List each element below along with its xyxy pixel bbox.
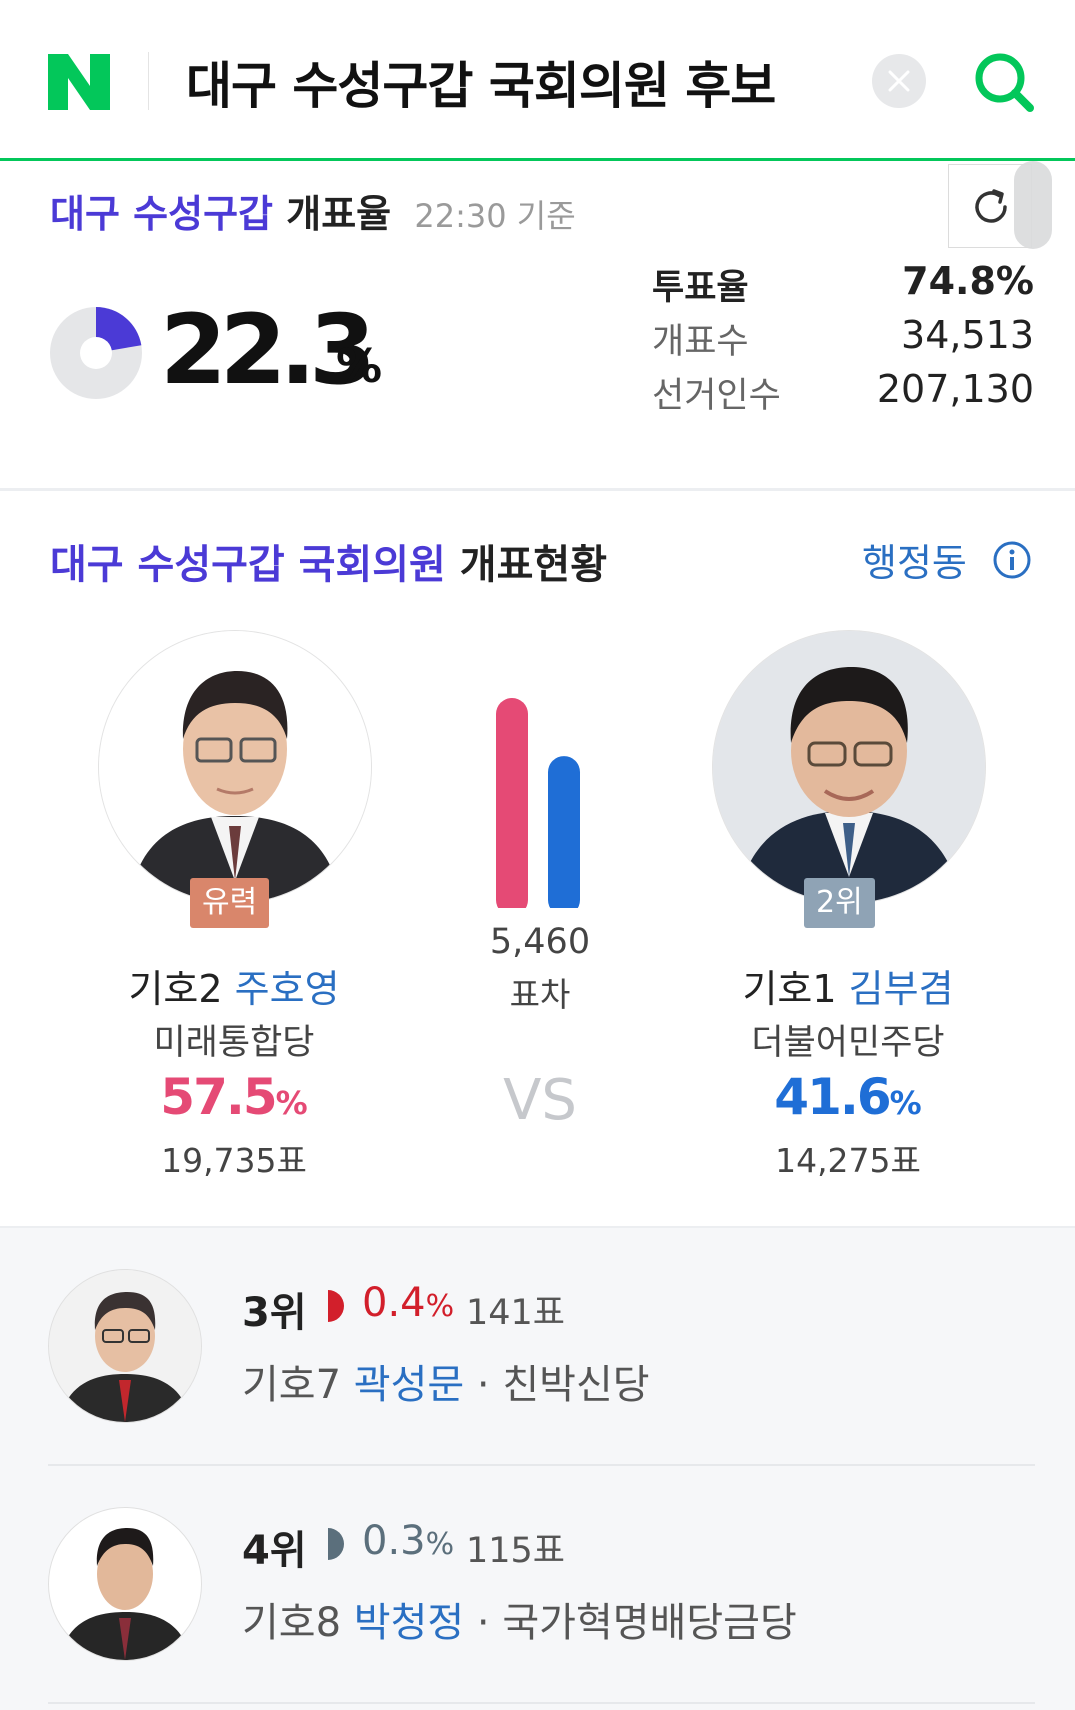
percent-number: 0.3 — [362, 1518, 426, 1564]
person-portrait-icon — [99, 631, 371, 903]
candidate-info: 기호7 곽성문 · 친박신당 — [242, 1352, 650, 1410]
candidate-name[interactable]: 주호영 — [235, 967, 340, 1011]
candidate-number: 기호1 — [742, 967, 837, 1011]
naver-logo[interactable] — [46, 52, 112, 112]
stat-label: 투표율 — [652, 268, 749, 308]
vote-bar-candidate-2 — [548, 756, 580, 912]
candidate-photo[interactable] — [712, 630, 986, 904]
clear-button[interactable] — [872, 54, 926, 108]
candidate-votes: 14,275표 — [775, 1141, 921, 1180]
vote-gap-value: 5,460 — [489, 922, 591, 962]
candidate-photo[interactable] — [48, 1507, 202, 1661]
stat-row-electorate: 선거인수 207,130 — [652, 367, 1034, 421]
candidate-vote-percent: 0.4% — [362, 1280, 454, 1326]
stat-row-counted: 개표수 34,513 — [652, 313, 1034, 367]
stat-label: 개표수 — [652, 322, 749, 362]
update-time: 22:30 기준 — [414, 197, 576, 235]
candidate-name[interactable]: 김부겸 — [849, 967, 954, 1011]
header-divider — [148, 52, 149, 110]
admin-district-link[interactable]: 행정동 — [862, 532, 967, 587]
candidate-number: 기호7 — [242, 1362, 342, 1408]
candidate-photo[interactable] — [48, 1269, 202, 1423]
percent-unit: % — [425, 1289, 455, 1324]
candidate-photo[interactable] — [98, 630, 372, 904]
percent-unit: % — [425, 1527, 455, 1562]
results-title-label: 개표현황 — [459, 542, 607, 588]
candidate-number: 기호8 — [242, 1600, 342, 1646]
percent-unit: % — [889, 1084, 922, 1122]
person-portrait-icon — [713, 631, 985, 903]
candidate-name[interactable]: 박청정 — [354, 1600, 464, 1646]
list-item[interactable]: 4위 0.3% 115표 기호8 박청정 · 국가혁명배당금당 — [0, 1466, 1075, 1704]
candidate-party: 친박신당 — [502, 1362, 650, 1408]
candidate-vote-percent: 41.6% — [688, 1068, 1008, 1126]
candidate-party: 미래통합당 — [153, 1023, 315, 1063]
stat-value: 74.8% — [902, 259, 1034, 303]
candidate-party: 더불어민주당 — [751, 1023, 945, 1063]
count-rate-unit: % — [336, 339, 383, 393]
count-rate-title: 대구 수성구갑 개표율 22:30 기준 — [50, 183, 576, 238]
candidate-party: 국가혁명배당금당 — [502, 1600, 797, 1646]
turnout-stats: 투표율 74.8% 개표수 34,513 선거인수 207,130 — [652, 259, 1034, 421]
search-query[interactable]: 대구 수성구갑 국회의원 후보 — [186, 46, 776, 118]
list-item[interactable]: 3위 0.4% 141표 기호7 곽성문 · 친박신당 — [0, 1228, 1075, 1466]
candidate-votes: 115표 — [466, 1531, 566, 1571]
count-rate-section: 대구 수성구갑 개표율 22:30 기준 22.3 % 투표율 74.8% 개표… — [0, 161, 1075, 491]
scrollbar-thumb[interactable] — [1014, 161, 1052, 249]
other-candidates-list: 3위 0.4% 141표 기호7 곽성문 · 친박신당 4위 0.3% 115표… — [0, 1226, 1075, 1710]
person-portrait-icon — [49, 1270, 201, 1422]
search-icon[interactable] — [970, 48, 1038, 116]
results-title-region: 대구 수성구갑 국회의원 — [50, 542, 446, 588]
candidate-number-name: 기호1 김부겸 — [688, 958, 1008, 1013]
search-header: 대구 수성구갑 국회의원 후보 — [0, 0, 1075, 161]
results-title: 대구 수성구갑 국회의원 개표현황 — [50, 532, 607, 590]
percent-unit: % — [275, 1084, 308, 1122]
count-rate-label: 개표율 — [286, 192, 392, 236]
stat-value: 34,513 — [901, 313, 1034, 357]
candidate-votes: 141표 — [466, 1293, 566, 1333]
vote-comparison-bars — [492, 698, 588, 912]
percent-number: 57.5 — [160, 1068, 277, 1126]
candidate-votes: 19,735표 — [161, 1141, 307, 1180]
vote-bar-candidate-1 — [496, 698, 528, 912]
candidate-rank: 3위 — [242, 1290, 307, 1336]
candidate-rank: 4위 — [242, 1528, 307, 1574]
info-icon[interactable] — [992, 540, 1032, 580]
candidate-info: 기호8 박청정 · 국가혁명배당금당 — [242, 1590, 797, 1648]
share-half-circle-icon — [328, 1290, 344, 1322]
candidate-number: 기호2 — [128, 967, 223, 1011]
separator-dot: · — [464, 1600, 503, 1646]
bar-baseline-mask — [492, 908, 588, 912]
share-half-circle-icon — [328, 1528, 344, 1560]
divider — [48, 1702, 1035, 1704]
stat-row-turnout: 투표율 74.8% — [652, 259, 1034, 313]
separator-dot: · — [464, 1362, 503, 1408]
stat-label: 선거인수 — [652, 376, 781, 416]
percent-number: 0.4 — [362, 1280, 426, 1326]
person-portrait-icon — [49, 1508, 201, 1660]
leading-badge: 유력 — [190, 878, 270, 928]
candidate-vote-percent: 0.3% — [362, 1518, 454, 1564]
candidate-name[interactable]: 곽성문 — [354, 1362, 464, 1408]
refresh-icon — [975, 189, 1007, 223]
percent-number: 41.6 — [774, 1068, 891, 1126]
candidate-number-name: 기호2 주호영 — [74, 958, 394, 1013]
vote-gap-label: 표차 — [509, 975, 571, 1014]
candidate-vote-percent: 57.5% — [74, 1068, 394, 1126]
stat-value: 207,130 — [876, 367, 1034, 411]
clear-icon — [888, 70, 910, 92]
region-name: 대구 수성구갑 — [50, 192, 273, 236]
vs-label: VS — [503, 1068, 577, 1133]
rank-badge: 2위 — [804, 878, 875, 928]
count-rate-pie-chart — [50, 307, 142, 399]
